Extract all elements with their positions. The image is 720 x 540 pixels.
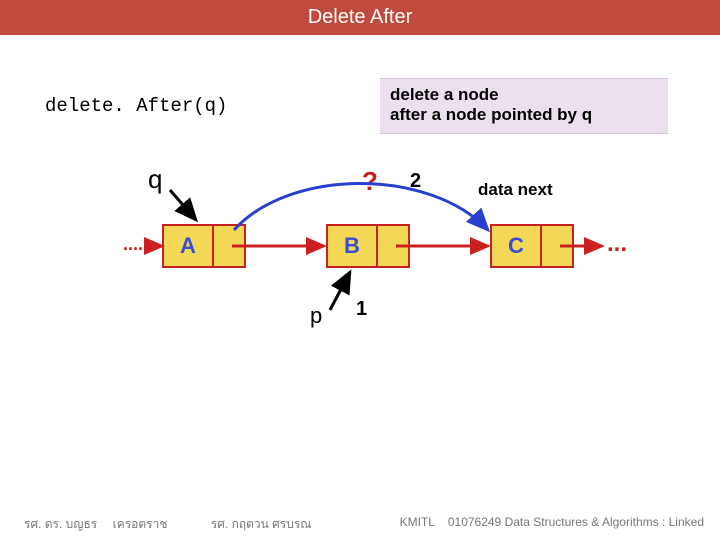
description-line-2: after a node pointed by q <box>390 105 658 125</box>
node-a-data: A <box>162 224 214 268</box>
function-label: delete. After(q) <box>45 95 227 117</box>
linked-list-diagram: q ? 2 data next .... ... A B C p 1 <box>120 170 660 350</box>
footer-institution: KMITL <box>400 515 435 529</box>
pointer-q-label: q <box>148 164 162 195</box>
node-a: A <box>162 224 246 268</box>
footer-course: 01076249 Data Structures & Algorithms : … <box>448 515 704 529</box>
node-a-next <box>214 224 246 268</box>
node-b-data: B <box>326 224 378 268</box>
ellipsis-left: .... <box>123 234 143 255</box>
step-1-label: 1 <box>356 298 367 321</box>
step-2-label: 2 <box>410 170 421 193</box>
node-c-next <box>542 224 574 268</box>
ellipsis-right: ... <box>607 230 627 258</box>
description-line-1: delete a node <box>390 85 658 105</box>
node-c-data: C <box>490 224 542 268</box>
question-mark: ? <box>362 166 378 197</box>
node-c: C <box>490 224 574 268</box>
slide-title: Delete After <box>0 0 720 35</box>
footer-author-2: รศ. กฤตวน ศรบรณ <box>211 517 312 531</box>
footer-author-1b: เครอตราช <box>113 517 168 531</box>
description-box: delete a node after a node pointed by q <box>380 78 668 134</box>
footer-author-1a: รศ. ดร. บญธร <box>24 517 97 531</box>
pointer-p-label: p <box>310 303 322 329</box>
slide-footer: รศ. ดร. บญธร เครอตราช รศ. กฤตวน ศรบรณ KM… <box>24 515 704 534</box>
data-next-label: data next <box>478 180 553 200</box>
node-b-next <box>378 224 410 268</box>
node-b: B <box>326 224 410 268</box>
